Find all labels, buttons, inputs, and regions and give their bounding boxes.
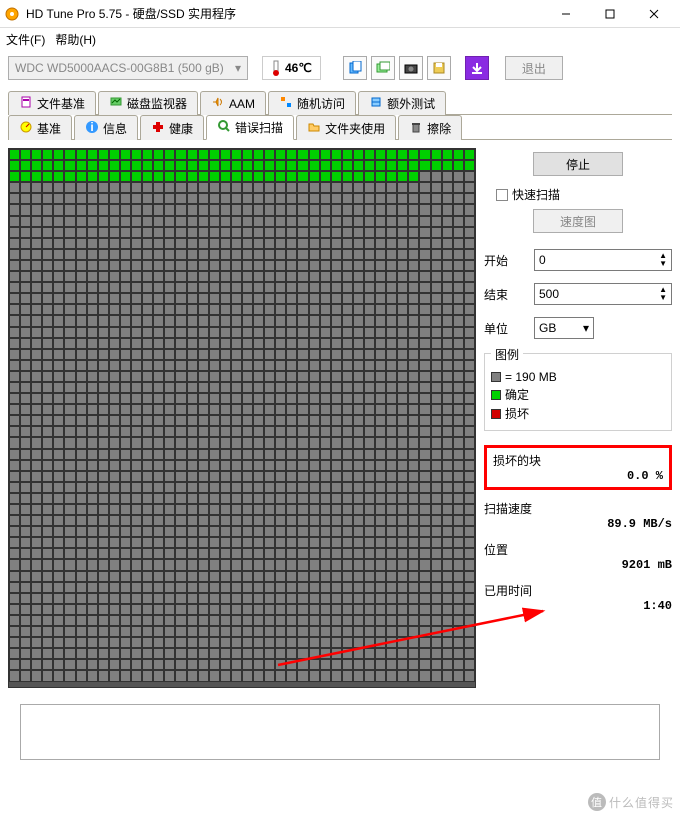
quick-scan-checkbox[interactable] — [496, 189, 508, 201]
stop-button[interactable]: 停止 — [533, 152, 623, 176]
watermark: 值什么值得买 — [588, 793, 674, 811]
copy-screenshot-button[interactable] — [371, 56, 395, 80]
app-icon — [4, 6, 20, 22]
tab-擦除[interactable]: 擦除 — [398, 115, 462, 140]
window-title: HD Tune Pro 5.75 - 硬盘/SSD 实用程序 — [26, 5, 544, 22]
unit-select[interactable]: GB▾ — [534, 317, 594, 339]
svg-text:i: i — [90, 120, 93, 134]
log-area — [20, 704, 660, 760]
tab-健康[interactable]: 健康 — [140, 115, 204, 140]
tab-随机访问[interactable]: 随机访问 — [268, 91, 356, 115]
disk-monitor-icon — [109, 95, 123, 112]
chevron-down-icon: ▾ — [235, 61, 241, 75]
start-input[interactable]: 0▲▼ — [534, 249, 672, 271]
tab-文件夹使用[interactable]: 文件夹使用 — [296, 115, 396, 140]
file-bench-icon — [19, 95, 33, 112]
position-stat: 位置 9201 mB — [484, 541, 672, 572]
menu-file[interactable]: 文件(F) — [6, 31, 45, 48]
quick-scan-label: 快速扫描 — [512, 186, 560, 203]
end-input[interactable]: 500▲▼ — [534, 283, 672, 305]
maximize-button[interactable] — [588, 0, 632, 28]
legend-bad-icon — [491, 409, 501, 419]
save-button[interactable] — [427, 56, 451, 80]
scan-grid — [8, 148, 476, 688]
unit-label: 单位 — [484, 320, 526, 337]
folder-usage-icon — [307, 120, 321, 137]
close-button[interactable] — [632, 0, 676, 28]
tab-信息[interactable]: i信息 — [74, 115, 138, 140]
screenshot-button[interactable] — [399, 56, 423, 80]
random-icon — [279, 95, 293, 112]
tab-额外测试[interactable]: 额外测试 — [358, 91, 446, 115]
thermometer-icon — [271, 60, 281, 76]
tab-磁盘监视器[interactable]: 磁盘监视器 — [98, 91, 198, 115]
elapsed-time-stat: 已用时间 1:40 — [484, 582, 672, 613]
info-icon: i — [85, 120, 99, 137]
drive-select[interactable]: WDC WD5000AACS-00G8B1 (500 gB) ▾ — [8, 56, 248, 80]
legend-ok-icon — [491, 390, 501, 400]
minimize-button[interactable] — [544, 0, 588, 28]
tab-错误扫描[interactable]: 错误扫描 — [206, 115, 294, 140]
erase-icon — [409, 120, 423, 137]
health-icon — [151, 120, 165, 137]
tab-基准[interactable]: 基准 — [8, 115, 72, 140]
legend-block-icon — [491, 372, 501, 382]
error-scan-icon — [217, 119, 231, 136]
exit-button[interactable]: 退出 — [505, 56, 563, 80]
temperature-display: 46℃ — [262, 56, 321, 80]
end-label: 结束 — [484, 286, 526, 303]
bench-icon — [19, 120, 33, 137]
menu-help[interactable]: 帮助(H) — [55, 31, 96, 48]
scan-speed-stat: 扫描速度 89.9 MB/s — [484, 500, 672, 531]
damaged-blocks-highlight: 损坏的块 0.0 % — [484, 445, 672, 490]
speed-map-button: 速度图 — [533, 209, 623, 233]
legend-box: 图例 = 190 MB 确定 损坏 — [484, 353, 672, 431]
copy-info-button[interactable] — [343, 56, 367, 80]
extra-test-icon — [369, 95, 383, 112]
tab-AAM[interactable]: AAM — [200, 91, 266, 115]
aam-icon — [211, 95, 225, 112]
download-button[interactable] — [465, 56, 489, 80]
start-label: 开始 — [484, 252, 526, 269]
tab-文件基准[interactable]: 文件基准 — [8, 91, 96, 115]
